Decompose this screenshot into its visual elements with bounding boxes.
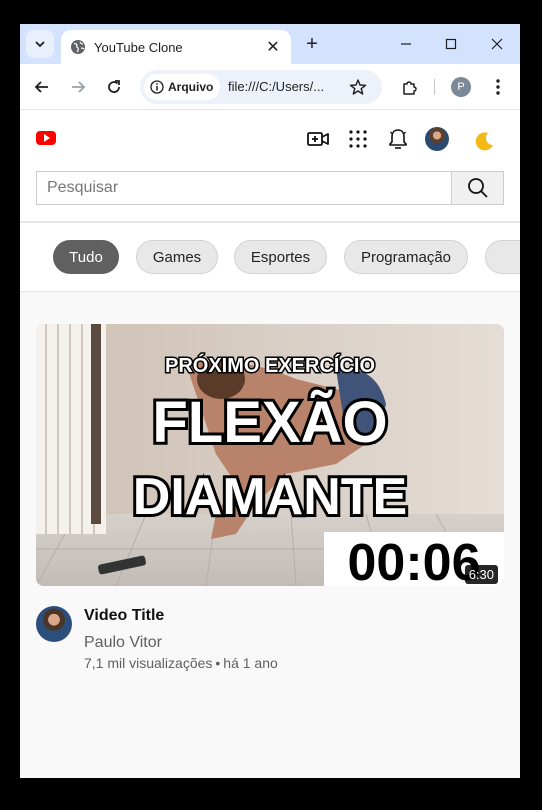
tab-close-icon[interactable]: ✕ xyxy=(263,37,283,57)
notifications-bell-icon[interactable] xyxy=(386,127,410,151)
chip-esportes[interactable]: Esportes xyxy=(234,240,327,274)
upload-age: há 1 ano xyxy=(223,655,278,671)
video-feed: PRÓXIMO EXERCÍCIO FLEXÃO DIAMANTE 00:06 … xyxy=(20,292,520,778)
window-close-icon[interactable] xyxy=(485,32,509,56)
url-text[interactable]: file:///C:/Users/... xyxy=(228,79,324,94)
thumbnail-image: PRÓXIMO EXERCÍCIO FLEXÃO DIAMANTE 00:06 xyxy=(36,324,504,586)
search-icon xyxy=(467,178,488,198)
user-avatar[interactable] xyxy=(425,127,449,151)
chip-tudo[interactable]: Tudo xyxy=(53,240,119,274)
profile-avatar[interactable]: P xyxy=(451,77,471,97)
dark-mode-moon-icon[interactable] xyxy=(472,129,496,153)
search-button[interactable] xyxy=(451,172,503,204)
toolbar-separator xyxy=(434,79,435,95)
apps-grid-icon[interactable] xyxy=(346,127,370,151)
site-info-chip[interactable]: Arquivo xyxy=(144,74,220,100)
duration-badge: 6:30 xyxy=(464,565,498,584)
new-tab-icon[interactable]: + xyxy=(300,32,324,56)
video-title[interactable]: Video Title xyxy=(84,607,164,625)
kebab-menu-icon[interactable] xyxy=(486,75,510,99)
extensions-puzzle-icon[interactable] xyxy=(398,75,422,99)
create-video-icon[interactable] xyxy=(306,127,330,151)
chip-programacao[interactable]: Programação xyxy=(344,240,468,274)
chevron-down-icon xyxy=(35,41,45,48)
meta-separator: • xyxy=(215,655,221,671)
search-bar xyxy=(36,171,504,205)
browser-toolbar: Arquivo file:///C:/Users/... P xyxy=(20,64,520,110)
address-bar[interactable]: Arquivo file:///C:/Users/... xyxy=(140,70,382,104)
chip-next-partial[interactable] xyxy=(485,240,520,274)
tab-title: YouTube Clone xyxy=(94,39,183,55)
video-meta: 7,1 mil visualizações • há 1 ano xyxy=(84,655,278,671)
thumbnail-timer: 00:06 xyxy=(348,534,481,586)
chip-games[interactable]: Games xyxy=(136,240,218,274)
forward-arrow-icon[interactable] xyxy=(66,75,90,99)
browser-window: YouTube Clone ✕ + Arquivo file:///C:/Use… xyxy=(20,24,520,778)
youtube-clone-page: Tudo Games Esportes Programação xyxy=(20,111,520,778)
channel-avatar[interactable] xyxy=(36,606,72,642)
category-chips: Tudo Games Esportes Programação xyxy=(20,223,520,291)
search-input[interactable] xyxy=(37,172,451,204)
thumbnail-caption-3: DIAMANTE xyxy=(133,468,407,526)
maximize-icon[interactable] xyxy=(439,32,463,56)
thumbnail-caption-2: FLEXÃO xyxy=(152,390,387,455)
tab-search-button[interactable] xyxy=(26,30,54,58)
back-arrow-icon[interactable] xyxy=(30,75,54,99)
browser-tab[interactable]: YouTube Clone ✕ xyxy=(61,30,291,64)
view-count: 7,1 mil visualizações xyxy=(84,655,213,671)
minimize-icon[interactable] xyxy=(394,32,418,56)
globe-icon xyxy=(71,40,85,54)
video-thumbnail[interactable]: PRÓXIMO EXERCÍCIO FLEXÃO DIAMANTE 00:06 … xyxy=(36,324,504,586)
thumbnail-caption-1: PRÓXIMO EXERCÍCIO xyxy=(165,353,375,377)
title-bar: YouTube Clone ✕ + xyxy=(20,24,520,64)
site-info-label: Arquivo xyxy=(168,80,214,94)
reload-icon[interactable] xyxy=(102,75,126,99)
channel-name[interactable]: Paulo Vitor xyxy=(84,634,162,652)
info-icon xyxy=(150,80,164,94)
bookmark-star-icon[interactable] xyxy=(348,77,368,97)
youtube-logo-icon[interactable] xyxy=(36,131,56,145)
